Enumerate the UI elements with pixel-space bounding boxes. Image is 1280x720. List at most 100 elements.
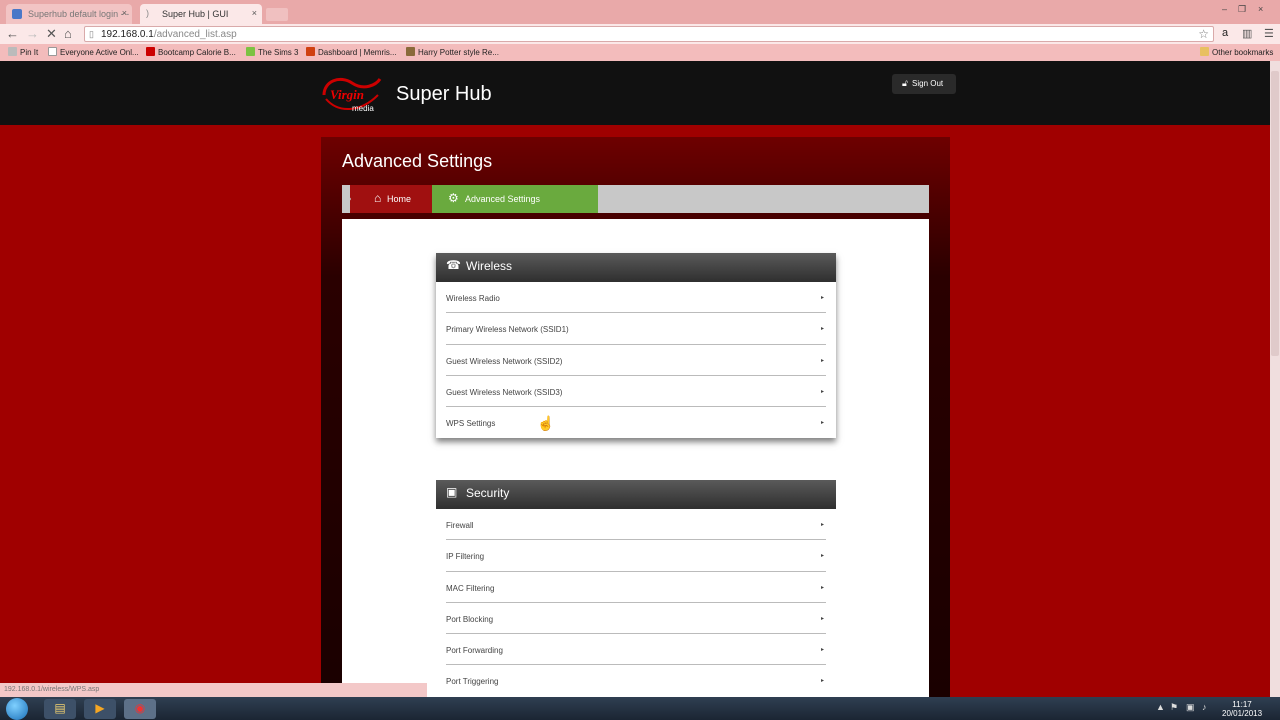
bookmark-item[interactable]: Pin It xyxy=(8,47,38,57)
amazon-extension-icon[interactable]: a xyxy=(1222,27,1228,39)
minimize-button[interactable]: – xyxy=(1222,4,1227,14)
sign-out-button[interactable]: 🔓︎ Sign Out xyxy=(892,74,956,94)
back-arrow-icon[interactable]: ← xyxy=(6,26,19,41)
svg-text:Virgin: Virgin xyxy=(330,87,364,102)
site-title: Super Hub xyxy=(396,83,492,105)
close-tab-icon[interactable]: × xyxy=(252,8,257,18)
chevron-right-icon: ▸ xyxy=(820,647,824,654)
tab-title: Superhub default login - - xyxy=(28,9,130,19)
browser-tab-strip: Superhub default login - - × ) Super Hub… xyxy=(0,0,1280,24)
sign-out-label: Sign Out xyxy=(912,79,944,88)
close-tab-icon[interactable]: × xyxy=(122,8,127,18)
url-host: 192.168.0.1 xyxy=(101,29,154,40)
breadcrumb-home-label: Home xyxy=(387,194,412,204)
browser-toolbar: ← → ✕ ⌂ ▯ 192.168.0.1/advanced_list.asp … xyxy=(0,24,1280,44)
bookmark-item[interactable]: The Sims 3 xyxy=(246,47,298,57)
breadcrumb: ⌂ Home ⚙ Advanced Settings xyxy=(342,185,929,213)
clock-time: 11:17 xyxy=(1232,700,1252,709)
taskbar: ▤ ▶ ◉ ▲ ⚑ ▣ ♪ 11:17 20/01/2013 xyxy=(0,697,1280,720)
menu-item-wps-settings[interactable]: WPS Settings ▸ xyxy=(446,407,826,438)
section-title: Wireless xyxy=(466,259,513,273)
chrome-taskbar-icon[interactable]: ◉ xyxy=(124,699,156,719)
bookmarks-bar: Pin It Everyone Active Onl... Bootcamp C… xyxy=(0,44,1280,61)
breadcrumb-current[interactable]: ⚙ Advanced Settings xyxy=(432,185,598,213)
pin-icon xyxy=(8,47,17,56)
signal-extension-icon[interactable]: ▥ xyxy=(1242,27,1252,40)
bookmark-star-icon[interactable]: ☆ xyxy=(1198,27,1209,41)
menu-item-firewall[interactable]: Firewall ▸ xyxy=(446,509,826,541)
network-icon[interactable]: ▣ xyxy=(1186,702,1195,713)
settings-content: ☎ Wireless Wireless Radio ▸ Primary Wirel… xyxy=(342,219,929,697)
chevron-right-icon: ▸ xyxy=(820,678,824,685)
tab-title: Super Hub | GUI xyxy=(162,9,229,19)
security-section: ▣ Security Firewall ▸ IP Filtering ▸ MAC F… xyxy=(436,480,836,697)
virgin-media-logo: Virgin media xyxy=(322,78,382,113)
menu-item-guest-ssid2[interactable]: Guest Wireless Network (SSID2) ▸ xyxy=(446,345,826,376)
hand-cursor-icon: ☝ xyxy=(537,415,555,431)
page-scrollbar[interactable] xyxy=(1270,61,1280,697)
chevron-right-icon: ▸ xyxy=(820,295,824,301)
main-panel: Advanced Settings ⌂ Home ⚙ Advanced Sett… xyxy=(321,137,950,697)
chevron-right-icon: ▸ xyxy=(820,388,824,395)
stop-loading-icon[interactable]: ✕ xyxy=(46,26,57,42)
gear-icon: ⚙ xyxy=(448,191,459,205)
breadcrumb-current-label: Advanced Settings xyxy=(465,194,541,204)
volume-icon[interactable]: ♪ xyxy=(1202,702,1207,712)
folder-icon xyxy=(1200,47,1209,56)
breadcrumb-home[interactable]: ⌂ Home xyxy=(350,185,432,213)
status-bar: 192.168.0.1/wireless/WPS.asp xyxy=(0,683,427,697)
page-icon: ▯ xyxy=(89,29,94,39)
bookmark-item[interactable]: Everyone Active Onl... xyxy=(48,47,139,57)
menu-item-guest-ssid3[interactable]: Guest Wireless Network (SSID3) ▸ xyxy=(446,376,826,408)
menu-item-wireless-radio[interactable]: Wireless Radio ▸ xyxy=(446,282,826,314)
home-icon[interactable]: ⌂ xyxy=(64,26,72,41)
menu-item-primary-ssid1[interactable]: Primary Wireless Network (SSID1) ▸ xyxy=(446,313,826,345)
explorer-taskbar-icon[interactable]: ▤ xyxy=(44,699,76,719)
other-bookmarks[interactable]: Other bookmarks xyxy=(1200,47,1273,57)
home-icon: ⌂ xyxy=(374,191,382,205)
chevron-right-icon: ▸ xyxy=(820,584,824,591)
sims-icon xyxy=(246,47,255,56)
browser-tab-active[interactable]: ) Super Hub | GUI × xyxy=(140,4,262,24)
new-tab-button[interactable] xyxy=(266,8,288,21)
chevron-right-icon: ▸ xyxy=(820,553,824,560)
menu-item-ip-filtering[interactable]: IP Filtering ▸ xyxy=(446,540,826,572)
section-title: Security xyxy=(466,486,510,500)
svg-text:media: media xyxy=(352,104,374,113)
page-title: Advanced Settings xyxy=(342,151,493,171)
menu-item-port-blocking[interactable]: Port Blocking ▸ xyxy=(446,603,826,635)
menu-item-mac-filtering[interactable]: MAC Filtering ▸ xyxy=(446,572,826,603)
bookmark-icon xyxy=(406,47,415,56)
menu-item-port-forwarding[interactable]: Port Forwarding ▸ xyxy=(446,634,826,666)
close-window-button[interactable]: × xyxy=(1258,4,1263,14)
loading-favicon-icon: ) xyxy=(146,8,149,18)
breadcrumb-notch xyxy=(342,185,351,213)
url-path: /advanced_list.asp xyxy=(153,29,237,40)
youtube-icon xyxy=(146,47,155,56)
address-bar[interactable]: ▯ 192.168.0.1/advanced_list.asp ☆ xyxy=(84,26,1214,42)
page-icon xyxy=(48,47,57,56)
chevron-right-icon: ▸ xyxy=(820,326,824,333)
browser-tab[interactable]: Superhub default login - - × xyxy=(6,4,132,24)
bookmark-item[interactable]: Bootcamp Calorie B... xyxy=(146,47,236,57)
flag-icon[interactable]: ⚑ xyxy=(1170,702,1178,713)
menu-item-port-triggering[interactable]: Port Triggering ▸ xyxy=(446,665,826,696)
taskbar-clock[interactable]: 11:17 20/01/2013 xyxy=(1222,700,1262,718)
forward-arrow-icon[interactable]: → xyxy=(26,26,39,41)
chevron-right-icon: ▸ xyxy=(820,420,824,427)
tray-expand-icon[interactable]: ▲ xyxy=(1156,702,1165,712)
memrise-icon xyxy=(306,47,315,56)
wireless-section: ☎ Wireless Wireless Radio ▸ Primary Wirel… xyxy=(436,253,836,439)
start-button[interactable] xyxy=(6,698,28,720)
media-player-taskbar-icon[interactable]: ▶ xyxy=(84,699,116,719)
menu-icon[interactable]: ☰ xyxy=(1264,27,1274,40)
section-header: ☎ Wireless xyxy=(436,253,836,282)
bookmark-item[interactable]: Dashboard | Memris... xyxy=(306,47,397,57)
maximize-button[interactable]: ❐ xyxy=(1238,4,1246,15)
hub-header: Virgin media Super Hub 🔓︎ Sign Out xyxy=(0,61,1270,125)
bookmark-item[interactable]: Harry Potter style Re... xyxy=(406,47,499,57)
chevron-right-icon: ▸ xyxy=(820,522,824,528)
monitor-icon: ▣ xyxy=(446,485,458,499)
chevron-right-icon: ▸ xyxy=(820,615,824,622)
scrollbar-thumb[interactable] xyxy=(1271,71,1279,356)
